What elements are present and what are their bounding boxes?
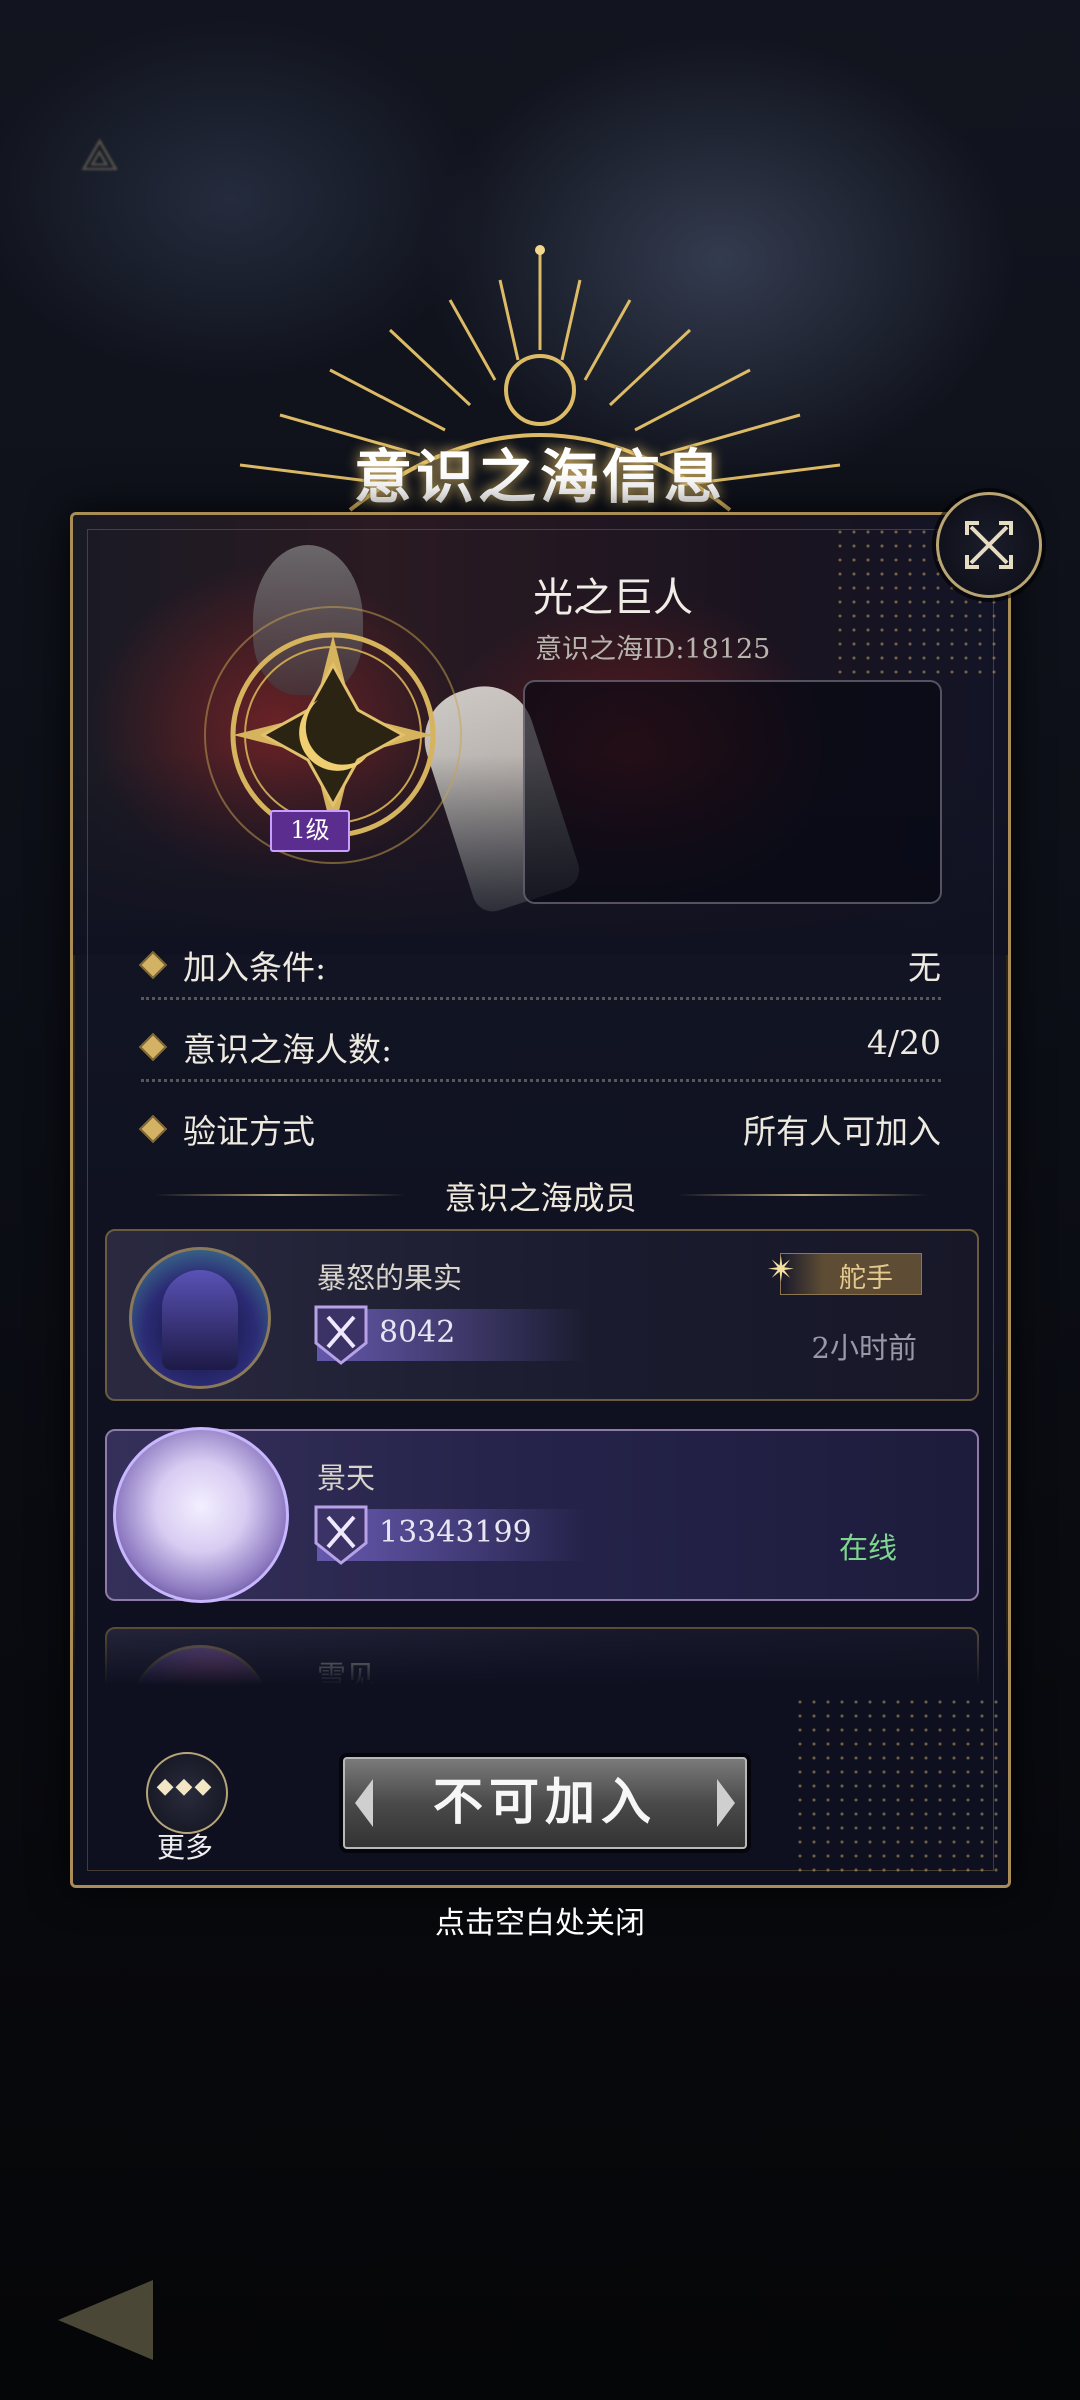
join-condition-row: 加入条件: 无 xyxy=(138,935,941,995)
star-icon: ✴ xyxy=(767,1250,796,1290)
more-label: 更多 xyxy=(156,1831,213,1864)
verification-label: 验证方式 xyxy=(183,1112,315,1151)
join-condition-value: 无 xyxy=(908,948,941,987)
member-count-label: 意识之海人数: xyxy=(183,1030,393,1069)
member-avatar[interactable] xyxy=(113,1427,289,1603)
member-online-status: 在线 xyxy=(838,1531,897,1565)
background-title: ⟁ xyxy=(80,130,124,181)
diamond-bullet-icon xyxy=(138,1114,168,1144)
sea-id: 意识之海ID:18125 xyxy=(535,634,771,665)
level-badge: 1级 xyxy=(270,810,350,852)
crossed-swords-icon xyxy=(314,1305,368,1365)
member-power: 13343199 xyxy=(379,1515,532,1550)
member-avatar[interactable] xyxy=(129,1247,271,1389)
diamond-bullet-icon xyxy=(138,950,168,980)
sea-info-panel: 1级 光之巨人 意识之海ID:18125 加入条件: 无 意识之海人数: 4/2… xyxy=(70,512,1011,1888)
crossed-swords-icon xyxy=(314,1505,368,1565)
divider xyxy=(141,997,941,1000)
role-tag: ✴ 舵手 xyxy=(767,1250,922,1295)
member-card[interactable]: 暴怒的果实 ✴ 舵手 8042 2小时前 xyxy=(105,1229,979,1401)
close-button[interactable] xyxy=(936,492,1042,598)
members-section-title: 意识之海成员 xyxy=(444,1179,637,1217)
diamond-bullet-icon xyxy=(138,1032,168,1062)
join-button[interactable]: 不可加入 xyxy=(343,1757,747,1849)
member-count-row: 意识之海人数: 4/20 xyxy=(138,1017,941,1077)
member-card[interactable]: 景天 13343199 在线 xyxy=(105,1427,979,1603)
divider xyxy=(141,1079,941,1082)
panel-title: 意识之海信息 xyxy=(353,443,726,511)
member-name: 暴怒的果实 xyxy=(317,1261,463,1295)
more-dots-icon: ◆◆◆ xyxy=(156,1774,214,1799)
close-icon xyxy=(965,521,1013,569)
role-label: 舵手 xyxy=(839,1263,893,1294)
section-line-right xyxy=(678,1194,928,1196)
member-count-value: 4/20 xyxy=(866,1023,941,1062)
join-condition-label: 加入条件: xyxy=(183,948,327,987)
verification-value: 所有人可加入 xyxy=(743,1112,941,1151)
member-power: 8042 xyxy=(379,1315,456,1350)
member-name: 景天 xyxy=(317,1461,376,1495)
member-last-seen: 2小时前 xyxy=(811,1331,917,1365)
gold-sparkles xyxy=(793,1695,1003,1875)
tap-to-close-hint: 点击空白处关闭 xyxy=(435,1906,645,1941)
back-arrow-icon[interactable] xyxy=(58,2280,153,2360)
sea-name: 光之巨人 xyxy=(533,575,693,621)
sea-description-box xyxy=(523,680,942,904)
more-button[interactable]: ◆◆◆ 更多 xyxy=(131,1752,239,1864)
verification-row: 验证方式 所有人可加入 xyxy=(138,1099,941,1159)
